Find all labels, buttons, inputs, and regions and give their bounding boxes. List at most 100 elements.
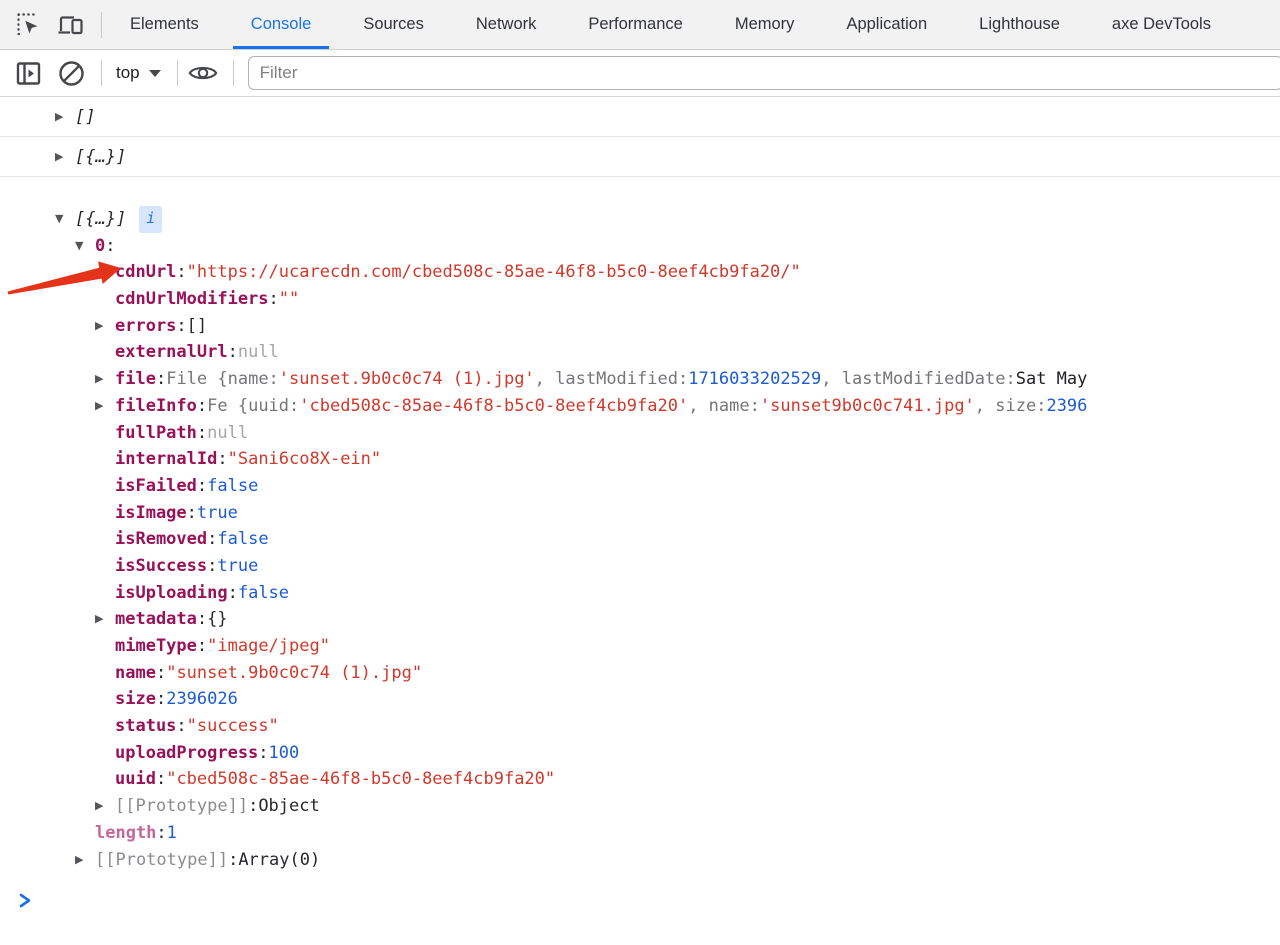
value-segment-string: "success" — [187, 713, 279, 740]
console-prompt[interactable] — [0, 893, 1280, 908]
value-segment-plain: : — [207, 526, 217, 553]
tab-network[interactable]: Network — [450, 0, 563, 49]
disclosure-triangle-icon[interactable]: ▼ — [75, 233, 95, 260]
array-preview[interactable]: [] — [75, 107, 95, 127]
value-segment-plain: : — [197, 393, 207, 420]
value-segment-plain: : — [248, 793, 258, 820]
console-tree-row: isFailed: false — [0, 473, 1280, 500]
value-segment-number: true — [197, 500, 238, 527]
value-segment-plain: Object — [258, 793, 319, 820]
value-segment-plain: Array(0) — [238, 847, 320, 874]
filter-input[interactable] — [248, 56, 1280, 90]
value-segment-plain: : — [187, 500, 197, 527]
value-segment-plain: : — [156, 366, 166, 393]
value-segment-key: isImage — [115, 500, 187, 527]
value-segment-string: "cbed508c-85ae-46f8-b5c0-8eef4cb9fa20" — [166, 766, 555, 793]
disclosure-triangle-icon[interactable]: ▶ — [55, 150, 75, 163]
value-segment-number: false — [238, 580, 289, 607]
console-tree-row: name: "sunset.9b0c0c74 (1).jpg" — [0, 660, 1280, 687]
context-selector[interactable]: top — [116, 63, 161, 83]
console-tree-row[interactable]: ▶[[Prototype]]: Object — [0, 793, 1280, 820]
value-segment-keydim: length — [95, 820, 156, 847]
value-segment-string: 'sunset9b0c0c741.jpg' — [760, 393, 975, 420]
tab-sources[interactable]: Sources — [337, 0, 450, 49]
tab-performance[interactable]: Performance — [562, 0, 708, 49]
console-tree-row: cdnUrlModifiers: "" — [0, 286, 1280, 313]
tab-console[interactable]: Console — [225, 0, 338, 49]
info-badge[interactable]: i — [139, 206, 162, 233]
toolbar-divider — [233, 60, 234, 86]
console-tree-row: size: 2396026 — [0, 686, 1280, 713]
console-tree-row: isUploading: false — [0, 580, 1280, 607]
console-tree-row[interactable]: ▶fileInfo: Fe {uuid: 'cbed508c-85ae-46f8… — [0, 393, 1280, 420]
value-segment-null: null — [207, 420, 248, 447]
value-segment-string: "sunset.9b0c0c74 (1).jpg" — [166, 660, 422, 687]
value-segment-key: fileInfo — [115, 393, 197, 420]
value-segment-key: isRemoved — [115, 526, 207, 553]
value-segment-key: metadata — [115, 606, 197, 633]
value-segment-number: true — [217, 553, 258, 580]
disclosure-triangle-icon[interactable]: ▶ — [95, 793, 115, 820]
log-entry-expanded: ▼ [{…}] i ▼0: cdnUrl: "https://ucarecdn.… — [0, 177, 1280, 873]
device-toolbar-icon[interactable] — [56, 10, 86, 40]
inspect-icon[interactable] — [13, 10, 43, 40]
value-segment-plain: : — [156, 820, 166, 847]
console-sidebar-icon[interactable] — [13, 58, 43, 88]
value-segment-proto: [[Prototype]] — [95, 847, 228, 874]
tab-lighthouse[interactable]: Lighthouse — [953, 0, 1086, 49]
console-tree-row[interactable]: ▼0: — [0, 233, 1280, 260]
console-tree-row[interactable]: ▶file: File {name: 'sunset.9b0c0c74 (1).… — [0, 366, 1280, 393]
disclosure-triangle-icon[interactable]: ▶ — [95, 606, 115, 633]
value-segment-preview: , size: — [975, 393, 1047, 420]
console-tree-row: cdnUrl: "https://ucarecdn.com/cbed508c-8… — [0, 259, 1280, 286]
value-segment-plain: : — [269, 286, 279, 313]
value-segment-number: false — [207, 473, 258, 500]
value-segment-plain: : — [217, 446, 227, 473]
value-segment-preview: File {name: — [166, 366, 279, 393]
console-tree-row[interactable]: ▼ [{…}] i — [0, 206, 1280, 233]
value-segment-key: fullPath — [115, 420, 197, 447]
disclosure-triangle-icon[interactable]: ▶ — [95, 313, 115, 340]
console-tree-row: internalId: "Sani6co8X-ein" — [0, 446, 1280, 473]
log-entry-collapsed[interactable]: ▶ [] — [0, 97, 1280, 137]
console-output: ▶ [] ▶ [{…}] ▼ [{…}] i ▼0: cdnUrl: "http… — [0, 97, 1280, 908]
value-segment-key: uuid — [115, 766, 156, 793]
value-segment-key: mimeType — [115, 633, 197, 660]
value-segment-plain: : — [105, 233, 115, 260]
eye-icon[interactable] — [188, 58, 218, 88]
console-tree-row[interactable]: ▶metadata: {} — [0, 606, 1280, 633]
console-tree-row: status: "success" — [0, 713, 1280, 740]
console-tree-row: isSuccess: true — [0, 553, 1280, 580]
tab-application[interactable]: Application — [820, 0, 953, 49]
console-tree-row[interactable]: ▶[[Prototype]]: Array(0) — [0, 847, 1280, 874]
value-segment-string: 'cbed508c-85ae-46f8-b5c0-8eef4cb9fa20' — [299, 393, 688, 420]
array-preview[interactable]: [{…}] — [75, 147, 126, 167]
tab-elements[interactable]: Elements — [104, 0, 225, 49]
tab-axe-devtools[interactable]: axe DevTools — [1086, 0, 1237, 49]
value-segment-key: uploadProgress — [115, 740, 258, 767]
value-segment-key: 0 — [95, 233, 105, 260]
disclosure-triangle-icon[interactable]: ▶ — [95, 393, 115, 420]
value-segment-key: size — [115, 686, 156, 713]
value-segment-plain: : — [156, 766, 166, 793]
prompt-chevron-icon — [18, 893, 33, 908]
value-segment-string: "image/jpeg" — [207, 633, 330, 660]
value-segment-number: 1716033202529 — [688, 366, 821, 393]
log-entry-collapsed[interactable]: ▶ [{…}] — [0, 137, 1280, 177]
devtools-tabbar: Elements Console Sources Network Perform… — [0, 0, 1280, 50]
value-segment-plain: : — [176, 313, 186, 340]
chevron-down-icon — [149, 70, 161, 77]
tab-memory[interactable]: Memory — [709, 0, 821, 49]
value-segment-string: "Sani6co8X-ein" — [228, 446, 382, 473]
value-segment-preview: , lastModifiedDate: — [821, 366, 1015, 393]
console-tree-row[interactable]: ▶errors: [] — [0, 313, 1280, 340]
array-preview[interactable]: [{…}] — [75, 206, 126, 233]
disclosure-triangle-icon[interactable]: ▶ — [95, 366, 115, 393]
console-tree-row: isImage: true — [0, 500, 1280, 527]
disclosure-triangle-icon[interactable]: ▼ — [55, 206, 75, 233]
console-tree-row: uploadProgress: 100 — [0, 740, 1280, 767]
context-selector-label: top — [116, 63, 140, 83]
disclosure-triangle-icon[interactable]: ▶ — [75, 847, 95, 874]
clear-console-icon[interactable] — [56, 58, 86, 88]
disclosure-triangle-icon[interactable]: ▶ — [55, 110, 75, 123]
